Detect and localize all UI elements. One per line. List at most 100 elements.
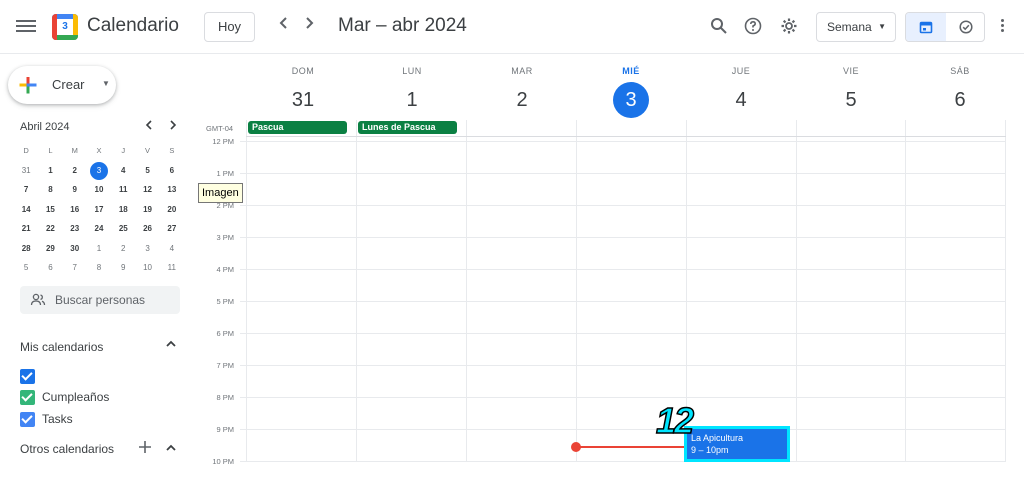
mini-day[interactable]: 18	[111, 200, 135, 220]
hour-line	[240, 301, 1006, 302]
mini-day[interactable]: 9	[111, 258, 135, 278]
mini-day[interactable]: 10	[87, 180, 111, 200]
day-header-date[interactable]: 1	[357, 82, 467, 118]
chevron-left-icon	[145, 120, 152, 130]
day-header-fri[interactable]: VIE 5	[796, 66, 906, 118]
mini-day[interactable]: 4	[160, 239, 184, 259]
calendar-item-birthdays[interactable]: Cumpleaños	[20, 389, 109, 405]
mini-day[interactable]: 3	[135, 239, 159, 259]
mini-week-row: 14 15 16 17 18 19 20	[14, 200, 184, 220]
hour-label: 4 PM	[216, 265, 234, 274]
mini-day[interactable]: 1	[87, 239, 111, 259]
checkbox-checked-icon[interactable]	[20, 411, 35, 427]
mini-day[interactable]: 2	[63, 161, 87, 181]
mini-day[interactable]: 31	[14, 161, 38, 181]
mini-day[interactable]: 20	[160, 200, 184, 220]
day-header-date[interactable]: 5	[796, 82, 906, 118]
mini-day[interactable]: 8	[87, 258, 111, 278]
mini-day[interactable]: 13	[160, 180, 184, 200]
chevron-left-icon	[279, 17, 287, 29]
settings-button[interactable]	[780, 17, 800, 37]
day-header-date[interactable]: 4	[686, 82, 796, 118]
day-header-date[interactable]: 3	[613, 82, 649, 118]
people-search-placeholder: Buscar personas	[55, 293, 146, 307]
mini-day[interactable]: 29	[38, 239, 62, 259]
mini-day[interactable]: 6	[160, 161, 184, 181]
mini-day[interactable]: 16	[63, 200, 87, 220]
mini-day[interactable]: 25	[111, 219, 135, 239]
view-selector[interactable]: Semana ▼	[816, 12, 896, 42]
checkbox-checked-icon[interactable]	[20, 368, 35, 384]
all-day-event-pascua[interactable]: Pascua	[248, 121, 347, 134]
calendar-view-toggle[interactable]	[906, 13, 946, 41]
hour-line	[240, 429, 1006, 430]
mini-day[interactable]: 30	[63, 239, 87, 259]
mini-day[interactable]: 1	[38, 161, 62, 181]
day-header-weekday: SÁB	[950, 66, 970, 76]
mini-day-today[interactable]: 3	[87, 161, 111, 181]
add-other-calendar-button[interactable]	[138, 439, 152, 459]
checkbox-checked-icon[interactable]	[20, 389, 35, 405]
mini-day[interactable]: 11	[160, 258, 184, 278]
day-header-date[interactable]: 31	[248, 82, 358, 118]
today-button[interactable]: Hoy	[204, 12, 255, 42]
hour-label: 3 PM	[216, 233, 234, 242]
mini-day[interactable]: 24	[87, 219, 111, 239]
all-day-event-lunes-pascua[interactable]: Lunes de Pascua	[358, 121, 457, 134]
day-header-sat[interactable]: SÁB 6	[905, 66, 1015, 118]
mini-day[interactable]: 19	[135, 200, 159, 220]
mini-next-month-button[interactable]	[168, 119, 178, 134]
mini-day[interactable]: 5	[135, 161, 159, 181]
day-header-thu[interactable]: JUE 4	[686, 66, 796, 118]
grid-divider	[905, 120, 906, 461]
mini-day[interactable]: 6	[38, 258, 62, 278]
day-header-weekday: DOM	[291, 66, 315, 76]
mini-day[interactable]: 7	[63, 258, 87, 278]
help-button[interactable]	[744, 17, 764, 37]
day-header-mon[interactable]: LUN 1	[357, 66, 467, 118]
event-la-apicultura[interactable]: La Apicultura 9 – 10pm	[684, 426, 790, 462]
mini-day[interactable]: 9	[63, 180, 87, 200]
mini-day-today-label: 3	[89, 161, 108, 180]
mini-day[interactable]: 22	[38, 219, 62, 239]
mini-day[interactable]: 4	[111, 161, 135, 181]
my-calendars-collapse-button[interactable]	[165, 339, 177, 352]
calendar-item-personal[interactable]	[20, 368, 42, 384]
mini-day[interactable]: 28	[14, 239, 38, 259]
mini-day[interactable]: 10	[135, 258, 159, 278]
people-search-input[interactable]: Buscar personas	[20, 286, 180, 314]
main-menu-icon[interactable]	[16, 17, 36, 37]
mini-week-row: 31 1 2 3 4 5 6	[14, 161, 184, 181]
hour-line	[240, 269, 1006, 270]
app-title: Calendario	[87, 15, 179, 36]
day-header-tue[interactable]: MAR 2	[467, 66, 577, 118]
mini-weekday: J	[121, 146, 126, 155]
search-button[interactable]	[710, 17, 730, 37]
mini-day[interactable]: 12	[135, 180, 159, 200]
mini-day[interactable]: 8	[38, 180, 62, 200]
mini-prev-month-button[interactable]	[144, 119, 154, 134]
day-header-sun[interactable]: DOM 31	[248, 66, 358, 118]
mini-day[interactable]: 7	[14, 180, 38, 200]
mini-day[interactable]: 14	[14, 200, 38, 220]
calendar-item-tasks[interactable]: Tasks	[20, 411, 73, 427]
mini-day[interactable]: 15	[38, 200, 62, 220]
mini-day[interactable]: 17	[87, 200, 111, 220]
mini-day[interactable]: 5	[14, 258, 38, 278]
next-week-button[interactable]	[303, 16, 315, 35]
day-header-date[interactable]: 2	[467, 82, 577, 118]
mini-day[interactable]: 11	[111, 180, 135, 200]
create-button[interactable]: Crear ▼	[8, 66, 116, 104]
other-calendars-collapse-button[interactable]	[165, 443, 177, 456]
mini-day[interactable]: 23	[63, 219, 87, 239]
prev-week-button[interactable]	[278, 16, 290, 35]
day-header-date[interactable]: 6	[905, 82, 1015, 118]
mini-weekday: X	[96, 146, 102, 155]
more-options-icon[interactable]	[997, 17, 1007, 37]
mini-day[interactable]: 2	[111, 239, 135, 259]
mini-day[interactable]: 27	[160, 219, 184, 239]
mini-day[interactable]: 26	[135, 219, 159, 239]
day-header-wed-today[interactable]: MIÉ 3	[576, 66, 686, 118]
tasks-view-toggle[interactable]	[946, 13, 984, 41]
mini-day[interactable]: 21	[14, 219, 38, 239]
